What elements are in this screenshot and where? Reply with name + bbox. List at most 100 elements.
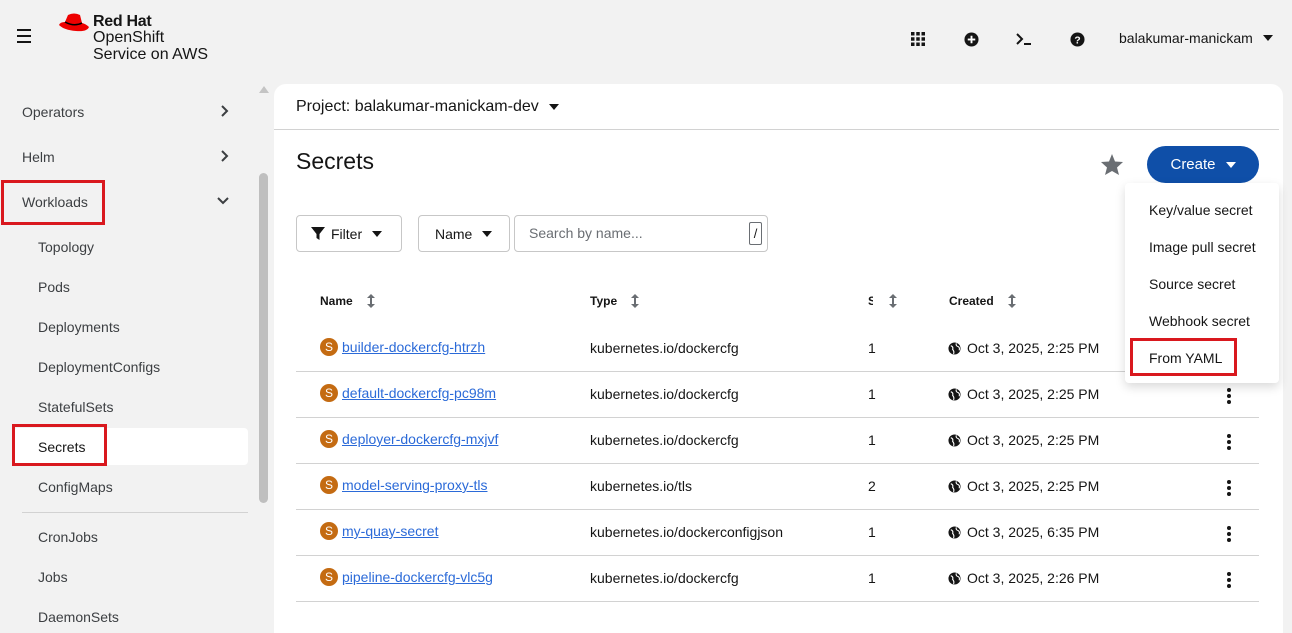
star-icon[interactable] [1100,153,1124,176]
red-hat-icon [59,13,89,32]
terminal-icon[interactable] [1013,28,1035,50]
sidebar-item-statefulsets[interactable]: StatefulSets [0,387,248,427]
table-row: S deployer-dockercfg-mxjvf kubernetes.io… [296,418,1259,464]
user-menu[interactable]: balakumar-manickam [1119,30,1273,46]
user-name: balakumar-manickam [1119,30,1253,46]
menu-item-from-yaml[interactable]: From YAML [1125,339,1279,376]
sidebar-item-daemonsets[interactable]: DaemonSets [0,597,248,633]
secret-type: kubernetes.io/dockerconfigjson [590,524,784,540]
create-label: Create [1170,156,1216,173]
kebab-menu-icon[interactable] [1225,478,1233,498]
sidebar-item-deployments[interactable]: Deployments [0,307,248,347]
kebab-menu-icon[interactable] [1225,386,1233,406]
secret-size: 1 [868,386,876,402]
menu-item-image-pull-secret[interactable]: Image pull secret [1125,228,1279,265]
secret-size: 1 [868,340,876,356]
project-label: Project: balakumar-manickam-dev [296,98,539,115]
add-icon[interactable] [960,28,982,50]
sort-icon [366,294,375,308]
menu-item-label: Image pull secret [1149,238,1256,255]
table-row: S my-quay-secret kubernetes.io/dockercon… [296,510,1259,556]
created-timestamp: Oct 3, 2025, 2:25 PM [967,340,1100,356]
globe-icon [948,479,961,493]
app-launcher-icon[interactable] [907,28,929,50]
filter-button[interactable]: Filter [296,215,402,252]
hamburger-menu-icon[interactable] [17,29,35,47]
project-selector[interactable]: Project: balakumar-manickam-dev [296,98,559,116]
secret-size: 1 [868,524,876,540]
product-name: OpenShift [93,29,165,46]
nav-divider [22,512,248,513]
table-row: S default-dockercfg-pc98m kubernetes.io/… [296,372,1259,418]
sidebar-item-jobs[interactable]: Jobs [0,557,248,597]
sidebar-item-label: ConfigMaps [38,479,113,495]
sidebar-item-cronjobs[interactable]: CronJobs [0,517,248,557]
sidebar-item-configmaps[interactable]: ConfigMaps [0,467,248,507]
column-header-type[interactable]: Type [590,294,640,308]
caret-down-icon [482,230,493,237]
secret-created: Oct 3, 2025, 2:25 PM [948,340,1099,356]
column-header-label: Type [590,294,618,308]
sidebar-item-secrets[interactable]: Secrets [14,428,248,465]
sort-icon [631,294,640,308]
sort-icon [889,294,897,308]
sidebar-item-deploymentconfigs[interactable]: DeploymentConfigs [0,347,248,387]
secret-name-link[interactable]: deployer-dockercfg-mxjvf [342,431,498,447]
sidebar-item-workloads[interactable]: Workloads [0,182,248,222]
secret-name-cell: S model-serving-proxy-tls [320,476,487,494]
sidebar-item-helm[interactable]: Helm [0,137,248,177]
sidebar-item-label: Topology [38,239,95,255]
sidebar-scrollbar[interactable] [259,173,268,503]
filter-label: Filter [331,225,363,242]
kebab-menu-icon[interactable] [1225,524,1233,544]
created-timestamp: Oct 3, 2025, 2:26 PM [967,570,1100,586]
column-header-created[interactable]: Created [949,294,1016,308]
secret-name-link[interactable]: model-serving-proxy-tls [342,477,487,493]
search-input[interactable] [529,225,739,241]
sidebar-item-label: Helm [22,149,55,165]
filter-icon [311,226,325,240]
kebab-menu-icon[interactable] [1225,570,1233,590]
secret-size: 2 [868,478,876,494]
secret-created: Oct 3, 2025, 6:35 PM [948,524,1099,540]
column-header-label: Name [320,294,353,308]
chevron-down-icon [1262,35,1273,41]
sidebar-item-operators[interactable]: Operators [0,92,248,132]
secret-name-link[interactable]: my-quay-secret [342,523,438,539]
secret-name-cell: S deployer-dockercfg-mxjvf [320,430,498,448]
menu-item-source-secret[interactable]: Source secret [1125,265,1279,302]
created-timestamp: Oct 3, 2025, 2:25 PM [967,478,1100,494]
menu-item-key-value-secret[interactable]: Key/value secret [1125,191,1279,228]
search-shortcut-hint: / [749,222,762,245]
globe-icon [948,387,961,401]
menu-item-label: From YAML [1149,349,1223,366]
sidebar-item-topology[interactable]: Topology [0,227,248,267]
menu-item-webhook-secret[interactable]: Webhook secret [1125,302,1279,339]
secret-name-link[interactable]: pipeline-dockercfg-vlc5g [342,569,493,585]
name-filter-select[interactable]: Name [418,215,510,252]
scroll-up-icon[interactable] [259,86,269,93]
secret-size: 1 [868,570,876,586]
caret-down-icon [1225,161,1236,168]
red-hat-logo[interactable]: Red Hat OpenShift Service on AWS [58,10,218,68]
secret-badge: S [320,568,338,586]
menu-item-label: Source secret [1149,275,1236,292]
sidebar-item-label: Workloads [22,194,88,210]
globe-icon [948,433,961,447]
help-icon[interactable]: ? [1066,28,1088,50]
table-row: S builder-dockercfg-htrzh kubernetes.io/… [296,326,1259,372]
page-title: Secrets [296,148,374,174]
kebab-menu-icon[interactable] [1225,432,1233,452]
globe-icon [948,571,961,585]
created-timestamp: Oct 3, 2025, 2:25 PM [967,432,1100,448]
sidebar-item-label: DaemonSets [38,609,119,625]
column-header-size[interactable]: S [868,294,897,308]
sidebar-item-pods[interactable]: Pods [0,267,248,307]
secret-badge: S [320,522,338,540]
secret-badge: S [320,430,338,448]
column-header-name[interactable]: Name [320,294,375,308]
secret-name-link[interactable]: default-dockercfg-pc98m [342,385,496,401]
create-button[interactable]: Create [1147,146,1259,183]
secret-type: kubernetes.io/tls [590,478,692,494]
secret-name-link[interactable]: builder-dockercfg-htrzh [342,339,485,355]
